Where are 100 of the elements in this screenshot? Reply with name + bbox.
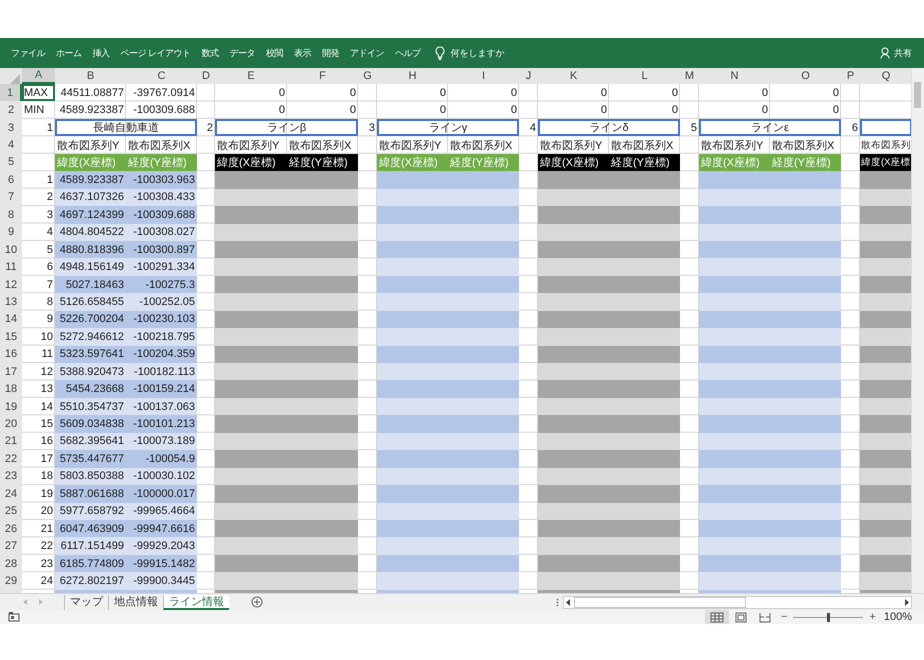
column-header[interactable]: G — [358, 68, 377, 84]
column-header[interactable]: I — [448, 68, 519, 84]
ribbon-tab[interactable]: ファイル — [8, 44, 48, 62]
ribbon-tab[interactable]: ページ レイアウト — [118, 44, 194, 62]
column-header[interactable]: M — [680, 68, 699, 84]
table-cell-text: -39767.0914 — [132, 86, 196, 101]
row-header[interactable]: 9 — [0, 224, 22, 241]
ribbon-tab[interactable]: データ — [226, 44, 258, 62]
scroll-right-icon[interactable] — [903, 598, 911, 606]
vertical-scrollbar[interactable] — [911, 68, 924, 593]
column-header[interactable]: B — [55, 68, 126, 84]
row-header[interactable]: 14 — [0, 310, 22, 328]
table-cell: -100000.017 — [126, 485, 197, 502]
column-header[interactable]: C — [126, 68, 197, 84]
line-title: ラインγ — [377, 118, 519, 136]
row-header[interactable]: 29 — [0, 572, 22, 590]
row-header[interactable]: 11 — [0, 258, 22, 276]
column-header[interactable]: P — [841, 68, 860, 84]
column-header[interactable]: Q — [860, 68, 912, 84]
row-header[interactable]: 4 — [0, 136, 22, 154]
table-cell: 5454.23668 — [55, 380, 126, 398]
search-field[interactable]: 何をしますか — [450, 46, 505, 60]
table-cell-text: 6 — [46, 260, 54, 276]
row-header[interactable]: 1 — [0, 84, 22, 102]
row-header[interactable]: 13 — [0, 293, 22, 311]
table-cell-text: 0 — [510, 86, 518, 101]
row-header[interactable]: 16 — [0, 346, 22, 363]
column-header[interactable]: N — [699, 68, 770, 84]
table-cell-text: 4589.923387 — [58, 103, 125, 118]
column-header[interactable]: D — [197, 68, 215, 84]
row-header[interactable]: 12 — [0, 276, 22, 294]
row-header[interactable]: 8 — [0, 206, 22, 224]
table-cell: -100300.897 — [126, 240, 197, 258]
table-cell: -100182.113 — [126, 363, 197, 380]
row-header[interactable]: 25 — [0, 502, 22, 520]
row-header[interactable]: 2 — [0, 101, 22, 119]
column-header[interactable]: F — [287, 68, 358, 84]
table-cell-text: 22 — [40, 539, 54, 554]
grid-view-icon — [710, 612, 724, 622]
ribbon-tab[interactable]: 数式 — [198, 44, 222, 62]
row-header[interactable]: 24 — [0, 485, 22, 502]
table-cell-text: 散布図系列Y — [56, 138, 120, 154]
table-cell: 5887.061688 — [55, 485, 126, 502]
macro-record-icon[interactable] — [8, 612, 20, 622]
row-header[interactable]: 7 — [0, 188, 22, 206]
row-header[interactable]: 3 — [0, 118, 22, 136]
row-header[interactable]: 15 — [0, 328, 22, 346]
row-header[interactable]: 23 — [0, 468, 22, 486]
ribbon-tab[interactable]: 挿入 — [90, 44, 112, 62]
row-header[interactable]: 22 — [0, 450, 22, 468]
column-header[interactable]: A — [22, 68, 55, 84]
grid-view-view-button[interactable] — [704, 610, 729, 624]
row-header[interactable]: 17 — [0, 363, 22, 380]
table-cell-text: 19 — [40, 486, 54, 502]
horizontal-scrollbar[interactable] — [563, 596, 912, 608]
table-cell: 緯度(X座標 — [860, 154, 912, 172]
table-cell: MAX — [22, 84, 55, 102]
row-header[interactable]: 20 — [0, 415, 22, 433]
table-cell-text: 16 — [40, 434, 54, 450]
column-header[interactable]: J — [519, 68, 538, 84]
ribbon-tab[interactable]: ヘルプ — [392, 44, 424, 62]
zoom-in-button[interactable]: + — [865, 611, 880, 623]
row-header[interactable]: 26 — [0, 520, 22, 538]
zoom-slider-thumb[interactable] — [827, 612, 830, 622]
table-cell: 5803.850388 — [55, 468, 126, 486]
sheet-tab[interactable]: ライン情報 — [163, 594, 229, 610]
ribbon-tab[interactable]: 表示 — [291, 44, 314, 62]
table-cell-text: -100309.688 — [132, 103, 196, 118]
ribbon-tab[interactable]: 校閲 — [263, 44, 286, 62]
splitter-icon[interactable] — [556, 598, 559, 606]
column-header[interactable]: O — [770, 68, 841, 84]
ribbon-tab[interactable]: ホーム — [53, 44, 84, 62]
row-header[interactable]: 18 — [0, 380, 22, 398]
row-header[interactable]: 19 — [0, 398, 22, 416]
table-cell-text: 4 — [46, 225, 54, 240]
ribbon-tab[interactable]: 開発 — [319, 44, 342, 62]
scroll-left-icon[interactable] — [564, 598, 572, 606]
column-header[interactable]: E — [215, 68, 287, 84]
row-header[interactable]: 28 — [0, 554, 22, 572]
table-cell: -99915.1482 — [126, 554, 197, 572]
table-cell-text: 14 — [40, 400, 54, 415]
row-header[interactable]: 5 — [0, 154, 22, 172]
column-header[interactable]: L — [609, 68, 680, 84]
table-cell-text: 5 — [46, 242, 54, 258]
table-cell: 4880.818396 — [55, 240, 126, 258]
zoom-level: 100% — [884, 611, 912, 623]
share-button[interactable]: 共有 — [874, 46, 918, 60]
column-header[interactable]: K — [538, 68, 609, 84]
table-cell-text: 散布図系列X — [610, 138, 674, 154]
row-header[interactable]: 6 — [0, 171, 22, 189]
lightbulb-icon — [434, 46, 445, 60]
page-layout-icon — [734, 612, 748, 622]
zoom-out-button[interactable]: − — [776, 611, 792, 623]
row-header[interactable]: 27 — [0, 537, 22, 555]
table-cell: 緯度(X座標) — [699, 154, 770, 172]
add-sheet-icon[interactable] — [251, 596, 263, 608]
row-header[interactable]: 10 — [0, 240, 22, 258]
row-header[interactable]: 21 — [0, 432, 22, 450]
column-header[interactable]: H — [377, 68, 448, 84]
ribbon-tab[interactable]: アドイン — [347, 44, 388, 62]
